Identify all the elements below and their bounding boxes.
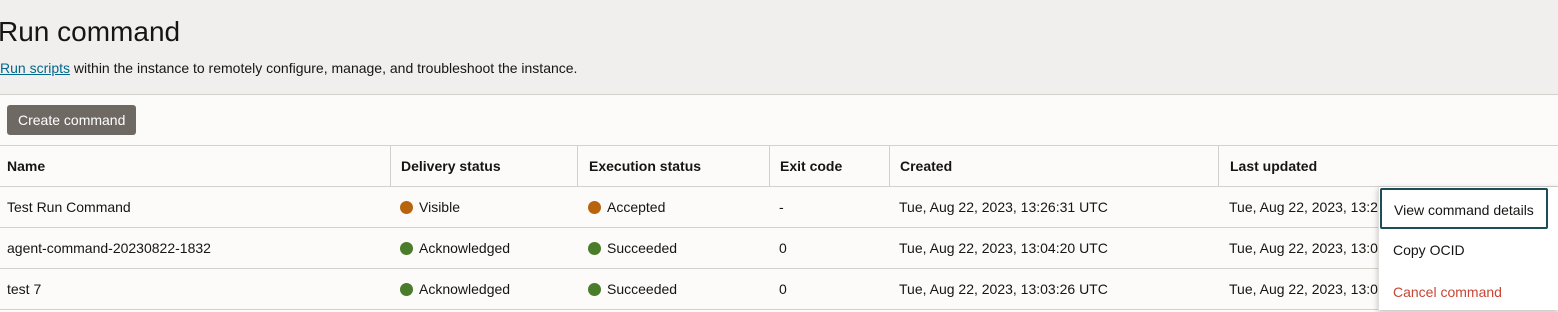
created-time: Tue, Aug 22, 2023, 13:26:31 UTC xyxy=(899,199,1108,215)
column-header-created[interactable]: Created xyxy=(889,146,1218,186)
copy-ocid-menu-item[interactable]: Copy OCID xyxy=(1379,230,1549,270)
column-header-last-updated[interactable]: Last updated xyxy=(1218,146,1558,186)
command-name: agent-command-20230822-1832 xyxy=(7,240,211,256)
page-header: Run command Run scripts within the insta… xyxy=(0,0,1558,95)
table-row[interactable]: agent-command-20230822-1832 Acknowledged… xyxy=(0,228,1558,269)
delivery-status: Acknowledged xyxy=(390,228,576,268)
column-header-name[interactable]: Name xyxy=(0,146,387,186)
status-dot-icon xyxy=(400,201,413,214)
column-header-exit-code[interactable]: Exit code xyxy=(769,146,889,186)
create-command-button[interactable]: Create command xyxy=(7,105,137,135)
execution-status: Accepted xyxy=(577,187,768,227)
execution-status-label: Succeeded xyxy=(607,240,678,256)
column-header-execution-status[interactable]: Execution status xyxy=(577,146,768,186)
delivery-status: Visible xyxy=(390,187,576,227)
created-time: Tue, Aug 22, 2023, 13:03:26 UTC xyxy=(899,281,1108,297)
run-scripts-link[interactable]: Run scripts xyxy=(0,60,70,76)
delivery-status: Acknowledged xyxy=(390,269,576,309)
execution-status-label: Accepted xyxy=(607,199,666,215)
delivery-status-label: Acknowledged xyxy=(419,281,511,297)
column-header-delivery-status[interactable]: Delivery status xyxy=(390,146,576,186)
cancel-command-menu-item[interactable]: Cancel command xyxy=(1379,272,1549,312)
execution-status: Succeeded xyxy=(577,269,768,309)
commands-table: Name Delivery status Execution status Ex… xyxy=(0,145,1558,310)
exit-code: 0 xyxy=(779,240,787,256)
status-dot-icon xyxy=(400,283,413,296)
command-name: Test Run Command xyxy=(7,199,131,215)
status-dot-icon xyxy=(400,242,413,255)
delivery-status-label: Acknowledged xyxy=(419,240,511,256)
page-description: Run scripts within the instance to remot… xyxy=(0,59,577,77)
execution-status: Succeeded xyxy=(577,228,768,268)
delivery-status-label: Visible xyxy=(419,199,460,215)
table-row[interactable]: test 7 Acknowledged Succeeded 0 Tue, Aug… xyxy=(0,269,1558,310)
table-row[interactable]: Test Run Command Visible Accepted - Tue,… xyxy=(0,187,1558,228)
status-dot-icon xyxy=(588,283,601,296)
page-title: Run command xyxy=(0,16,181,47)
exit-code: 0 xyxy=(779,281,787,297)
table-header-row: Name Delivery status Execution status Ex… xyxy=(0,146,1558,187)
created-time: Tue, Aug 22, 2023, 13:04:20 UTC xyxy=(899,240,1108,256)
row-actions-menu: View command details Copy OCID Cancel co… xyxy=(1378,187,1558,310)
execution-status-label: Succeeded xyxy=(607,281,678,297)
exit-code: - xyxy=(779,199,784,215)
command-name: test 7 xyxy=(7,281,42,297)
description-text: within the instance to remotely configur… xyxy=(70,60,578,76)
status-dot-icon xyxy=(588,242,601,255)
status-dot-icon xyxy=(588,201,601,214)
view-command-details-menu-item[interactable]: View command details xyxy=(1380,188,1548,229)
